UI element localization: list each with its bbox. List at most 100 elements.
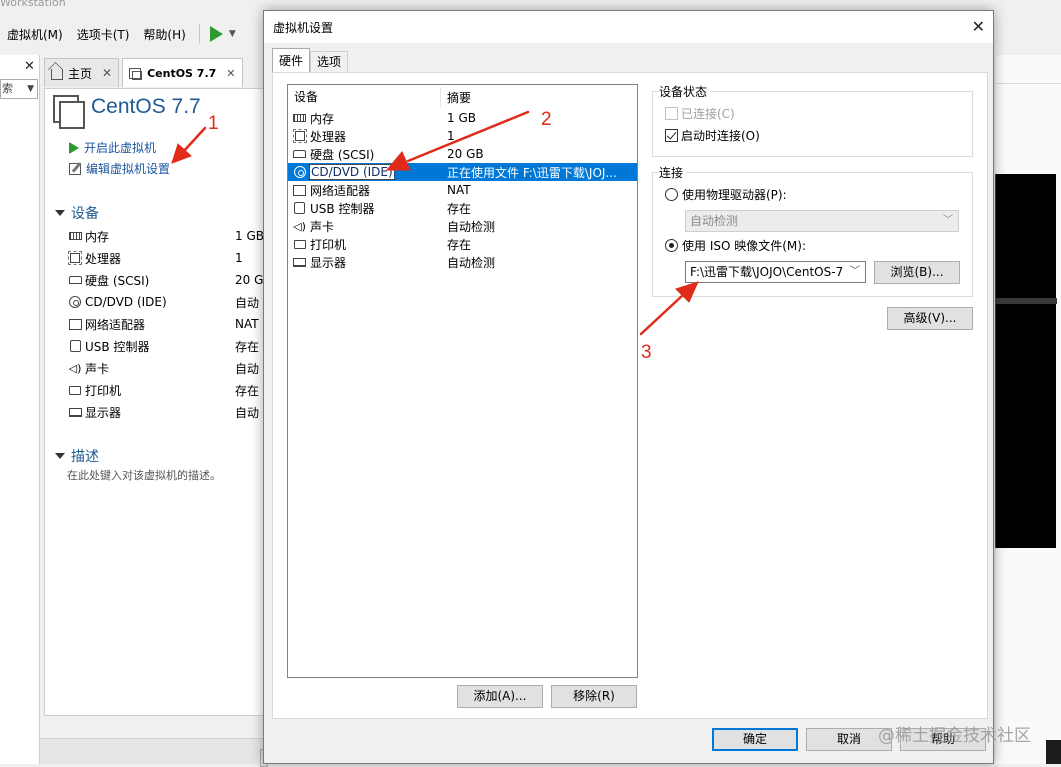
hardware-row-cpu[interactable]: 处理器 1 <box>288 127 637 145</box>
remove-hardware-button[interactable]: 移除(R) <box>551 685 637 708</box>
device-value: 20 G <box>235 273 263 287</box>
chevron-down-icon: ﹀ <box>943 215 953 226</box>
dialog-titlebar[interactable]: 虚拟机设置 ✕ <box>264 11 993 43</box>
use-iso-radio[interactable]: 使用 ISO 映像文件(M): <box>665 237 806 254</box>
description-hint[interactable]: 在此处键入对该虚拟机的描述。 <box>67 467 221 483</box>
collapse-icon <box>55 210 65 216</box>
vm-console-preview[interactable] <box>995 174 1057 548</box>
device-row[interactable]: USB 控制器 存在 <box>67 335 267 357</box>
device-status-group <box>652 91 973 157</box>
tab-hardware[interactable]: 硬件 <box>272 48 311 72</box>
device-name: 打印机 <box>85 383 122 398</box>
menu-vm[interactable]: 虚拟机(M) <box>0 26 70 43</box>
hardware-summary: 正在使用文件 F:\迅雷下载\JOJ... <box>447 165 617 180</box>
connected-label: 已连接(C) <box>681 107 735 121</box>
hardware-row-cd-dvd[interactable]: CD/DVD (IDE) 正在使用文件 F:\迅雷下载\JOJ... <box>288 163 637 181</box>
tab-centos[interactable]: CentOS 7.7 ✕ <box>122 58 243 87</box>
edit-vm-settings-link[interactable]: 编辑虚拟机设置 <box>69 160 170 177</box>
hardware-row-network[interactable]: 网络适配器 NAT <box>288 181 637 199</box>
iso-path-value: F:\迅雷下载\JOJO\CentOS-7 <box>690 265 844 279</box>
power-on-vm-link[interactable]: 开启此虚拟机 <box>69 139 156 156</box>
device-name: 声卡 <box>85 361 110 376</box>
device-row[interactable]: 硬盘 (SCSI) 20 G <box>67 269 267 291</box>
hardware-row-memory[interactable]: 内存 1 GB <box>288 109 637 127</box>
device-row[interactable]: 网络适配器 NAT <box>67 313 267 335</box>
hardware-list[interactable]: 设备 摘要 内存 1 GB 处理器 1 硬盘 (SCSI) 20 GB CD/DVD … <box>287 84 638 678</box>
hardware-summary: 存在 <box>447 201 472 216</box>
iso-path-input[interactable]: F:\迅雷下载\JOJO\CentOS-7 ﹀ <box>685 261 866 283</box>
devices-section-header[interactable]: 设备 <box>55 203 99 223</box>
device-row[interactable]: 打印机 存在 <box>67 379 267 401</box>
power-dropdown-icon[interactable]: ▼ <box>229 29 236 39</box>
connect-at-power-on-checkbox[interactable]: 启动时连接(O) <box>665 127 760 144</box>
close-icon[interactable]: ✕ <box>102 66 112 80</box>
hardware-panel: 设备 摘要 内存 1 GB 处理器 1 硬盘 (SCSI) 20 GB CD/DVD … <box>272 72 988 719</box>
menu-help[interactable]: 帮助(H) <box>136 26 192 43</box>
cd-icon <box>69 296 81 308</box>
device-row[interactable]: ◁) 声卡 自动 <box>67 357 267 379</box>
device-value: 1 GB <box>235 229 263 243</box>
vm-settings-dialog: 虚拟机设置 ✕ 硬件 选项 设备 摘要 内存 1 GB 处理器 1 硬盘 (SCSI… <box>263 10 994 764</box>
edit-icon <box>69 162 81 175</box>
devices-heading: 设备 <box>71 206 99 222</box>
hardware-row-hdd[interactable]: 硬盘 (SCSI) 20 GB <box>288 145 637 163</box>
hardware-device-name: 网络适配器 <box>310 183 371 198</box>
menu-bar: 虚拟机(M) 选项卡(T) 帮助(H) ▼ <box>0 22 270 46</box>
hardware-row-usb[interactable]: USB 控制器 存在 <box>288 199 637 217</box>
chevron-down-icon[interactable]: ▼ <box>27 80 34 98</box>
tab-options[interactable]: 选项 <box>310 51 349 72</box>
device-row[interactable]: 内存 1 GB <box>67 225 267 247</box>
advanced-button[interactable]: 高级(V)... <box>887 307 973 330</box>
hardware-device-name: 硬盘 (SCSI) <box>310 147 375 162</box>
vm-icon <box>129 67 143 80</box>
connect-at-power-on-label: 启动时连接(O) <box>681 129 760 143</box>
hardware-row-printer[interactable]: 打印机 存在 <box>288 235 637 253</box>
device-name: CD/DVD (IDE) <box>85 295 167 309</box>
device-name: 网络适配器 <box>85 317 146 332</box>
library-close-icon[interactable]: ✕ <box>24 59 35 74</box>
monitor-icon <box>68 407 82 417</box>
device-row[interactable]: 显示器 自动 <box>67 401 267 423</box>
device-name: 处理器 <box>85 251 122 266</box>
radio-circle <box>665 188 678 201</box>
add-hardware-button[interactable]: 添加(A)... <box>457 685 543 708</box>
tab-centos-label: CentOS 7.7 <box>147 66 217 80</box>
library-search[interactable]: 索 ▼ <box>0 79 38 99</box>
dialog-title: 虚拟机设置 <box>273 21 334 35</box>
hardware-device-name: 声卡 <box>310 219 335 234</box>
annotation-number-1: 1 <box>208 113 219 134</box>
chevron-down-icon[interactable]: ﹀ <box>847 262 860 282</box>
library-panel <box>0 55 40 764</box>
device-value: 存在 <box>235 383 260 398</box>
device-row[interactable]: 处理器 1 <box>67 247 267 269</box>
connected-checkbox[interactable]: 已连接(C) <box>665 105 735 122</box>
column-summary[interactable]: 摘要 <box>441 89 471 106</box>
column-device[interactable]: 设备 <box>288 87 441 107</box>
hardware-device-name: 内存 <box>310 111 335 126</box>
device-name: USB 控制器 <box>85 339 150 354</box>
close-icon[interactable]: ✕ <box>226 67 235 80</box>
hardware-summary: 20 GB <box>447 147 484 161</box>
ok-button[interactable]: 确定 <box>712 728 798 751</box>
hardware-row-display[interactable]: 显示器 自动检测 <box>288 253 637 271</box>
device-value: NAT <box>235 317 259 331</box>
monitor-icon <box>293 257 306 267</box>
hardware-summary: 自动检测 <box>447 219 496 234</box>
close-icon[interactable]: ✕ <box>972 17 985 36</box>
menu-separator <box>198 24 200 44</box>
hardware-row-sound[interactable]: ◁) 声卡 自动检测 <box>288 217 637 235</box>
hardware-device-name: 显示器 <box>310 255 347 270</box>
network-icon <box>68 318 82 330</box>
device-row[interactable]: CD/DVD (IDE) 自动 <box>67 291 267 313</box>
menu-tabs[interactable]: 选项卡(T) <box>70 26 137 43</box>
cpu-icon <box>292 129 307 143</box>
device-value: 自动 <box>235 361 260 376</box>
power-on-icon[interactable] <box>209 26 223 42</box>
network-icon <box>293 184 306 196</box>
dialog-tabs: 硬件 选项 <box>272 48 349 72</box>
tab-home[interactable]: 主页 ✕ <box>44 58 120 87</box>
checkmark-icon <box>665 129 678 142</box>
description-section-header[interactable]: 描述 <box>55 446 99 466</box>
use-physical-drive-radio[interactable]: 使用物理驱动器(P): <box>665 186 787 203</box>
browse-button[interactable]: 浏览(B)... <box>874 261 960 284</box>
